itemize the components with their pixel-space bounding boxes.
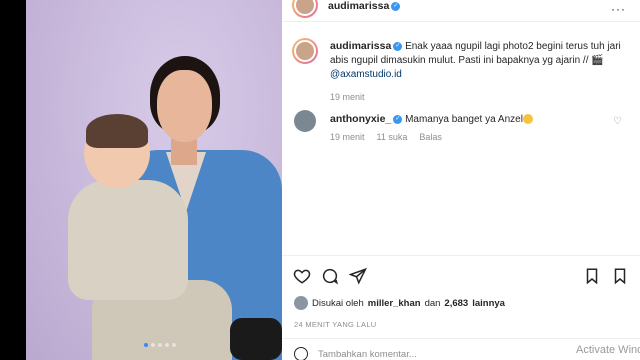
- carousel-dot: [165, 343, 169, 347]
- verified-badge-icon: ✓: [393, 41, 403, 51]
- post-actions: [292, 266, 632, 286]
- comment-meta: 19 menit 11 suka Balas: [330, 132, 442, 142]
- share-send-icon[interactable]: [348, 266, 368, 286]
- emoji-picker-icon[interactable]: [294, 347, 308, 360]
- photo-mother-face: [157, 70, 212, 142]
- carousel-dots: [144, 343, 176, 347]
- comment-avatar[interactable]: [294, 110, 316, 132]
- divider: [282, 255, 640, 256]
- photo-shoe: [230, 318, 282, 360]
- comment-username[interactable]: anthonyxie_: [330, 113, 391, 125]
- comment-reply-button[interactable]: Balas: [419, 132, 442, 142]
- divider: [282, 338, 640, 339]
- more-horizontal-icon[interactable]: ···: [611, 2, 626, 16]
- comment-bubble-icon[interactable]: [320, 266, 340, 286]
- author-name-row: audimarissa ✓: [328, 0, 401, 12]
- comment-like-heart-icon[interactable]: ♡: [613, 116, 622, 127]
- bookmark-save-icon[interactable]: [610, 266, 630, 286]
- carousel-dot: [172, 343, 176, 347]
- comment-text: anthonyxie_ ✓ Mamanya banget ya Anzel: [330, 112, 610, 127]
- verified-badge-icon: ✓: [393, 114, 403, 124]
- carousel-dot: [144, 343, 148, 347]
- comment-body: Mamanya banget ya Anzel: [405, 114, 523, 125]
- left-black-margin: [0, 0, 26, 360]
- verified-badge-icon: ✓: [391, 1, 401, 11]
- like-heart-icon[interactable]: [292, 266, 312, 286]
- caption-text: audimarissa ✓ Enak yaaa ngupil lagi photo…: [330, 39, 630, 104]
- comment-likes[interactable]: 11 suka: [377, 132, 408, 142]
- carousel-dot: [158, 343, 162, 347]
- instagram-post-viewer: › audimarissa✓ ··· audimarissa✓ Enak yaa…: [0, 0, 640, 360]
- post-image[interactable]: ›: [26, 0, 282, 360]
- post-side-panel: audimarissa ✓ ··· audimarissa ✓ Enak yaaa …: [282, 0, 640, 360]
- likes-user-link[interactable]: miller_khan: [368, 298, 421, 309]
- likes-count-link[interactable]: 2,683: [444, 298, 468, 309]
- caption-mention-link[interactable]: @axamstudio.id: [330, 69, 402, 80]
- author-username[interactable]: audimarissa: [328, 0, 389, 12]
- photo-baby-hair: [86, 114, 148, 148]
- caption-time: 19 menit: [330, 92, 365, 102]
- activate-windows-watermark: Activate Windows: [576, 344, 640, 356]
- caption-avatar[interactable]: [292, 38, 318, 64]
- comment-time: 19 menit: [330, 132, 365, 142]
- smile-emoji-icon: [522, 114, 533, 125]
- post-timestamp: 24 MENIT YANG LALU: [294, 320, 377, 329]
- likes-summary: Disukai oleh miller_khan dan 2,683 lainn…: [294, 296, 505, 310]
- likes-suffix[interactable]: lainnya: [472, 298, 505, 309]
- post-header: audimarissa ✓ ···: [282, 0, 640, 22]
- likes-prefix: Disukai oleh: [312, 297, 364, 309]
- likes-middle: dan: [424, 297, 441, 309]
- previous-arrow-icon[interactable]: [582, 266, 602, 286]
- carousel-dot: [151, 343, 155, 347]
- comment-input[interactable]: [318, 348, 558, 360]
- clapper-emoji: 🎬: [591, 55, 604, 66]
- caption-username[interactable]: audimarissa: [330, 40, 391, 52]
- photo-baby-body: [68, 180, 188, 300]
- liker-avatar: [294, 296, 308, 310]
- author-avatar[interactable]: [292, 0, 318, 18]
